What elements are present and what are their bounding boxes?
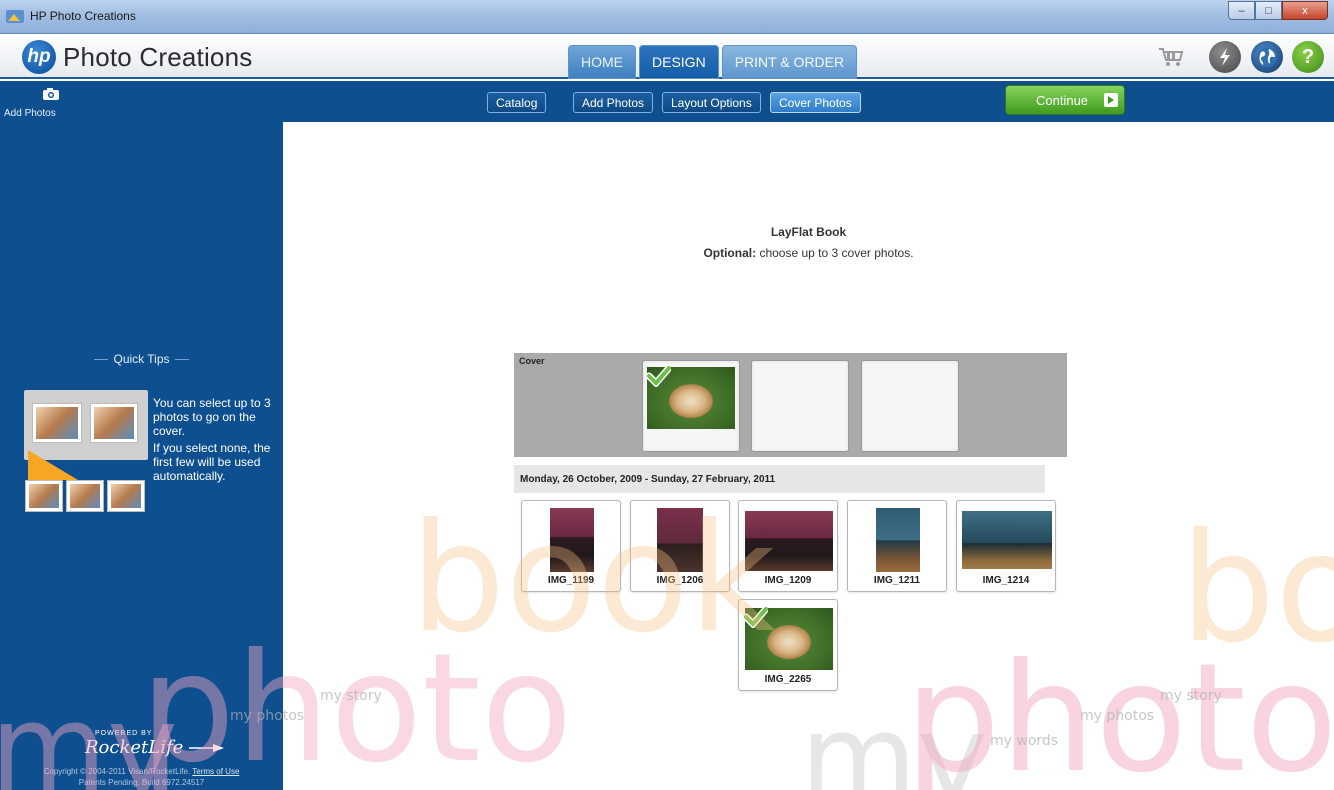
- cover-slot-2[interactable]: [751, 360, 849, 452]
- window-title: HP Photo Creations: [30, 9, 136, 23]
- check-icon: [647, 365, 671, 387]
- book-title: LayFlat Book: [770, 225, 847, 239]
- photo-thumb[interactable]: IMG_1206: [630, 500, 730, 592]
- app-header: hp Photo Creations HOME DESIGN PRINT & O…: [0, 34, 1334, 79]
- add-photos-tool-label: Add Photos: [4, 108, 56, 119]
- cover-photos-button[interactable]: Cover Photos: [770, 92, 861, 113]
- hp-logo: hp: [22, 40, 56, 74]
- date-range-header: Monday, 26 October, 2009 - Sunday, 27 Fe…: [514, 465, 1045, 493]
- photo-thumb[interactable]: IMG_1209: [738, 500, 838, 592]
- maximize-button[interactable]: □: [1255, 1, 1282, 20]
- sidebar: Quick Tips You can select up to 3 photos…: [0, 122, 283, 790]
- add-photos-tool[interactable]: Add Photos: [4, 86, 84, 119]
- cover-slot-1[interactable]: [642, 360, 740, 452]
- design-toolbar: Add Photos Catalog Add Photos Layout Opt…: [0, 81, 1334, 122]
- quick-tips-text: You can select up to 3 photos to go on t…: [153, 396, 278, 483]
- tip-2: If you select none, the first few will b…: [153, 441, 271, 483]
- photo-thumb[interactable]: IMG_1214: [956, 500, 1056, 592]
- cover-label: Cover: [519, 356, 545, 366]
- terms-of-use-link[interactable]: Terms of Use: [192, 767, 239, 776]
- rocket-icon: [189, 743, 225, 752]
- quick-tips-illustration: [22, 390, 150, 514]
- window-titlebar: HP Photo Creations – □ x: [0, 0, 1334, 34]
- photo-name: IMG_1206: [656, 575, 704, 586]
- photo-name: IMG_1211: [873, 575, 921, 586]
- photo-name: IMG_2265: [764, 674, 812, 685]
- play-arrow-icon: [1104, 93, 1118, 107]
- help-icon[interactable]: ?: [1292, 41, 1324, 73]
- quick-tips-title: Quick Tips: [0, 352, 283, 366]
- close-button[interactable]: x: [1282, 1, 1328, 20]
- photo-name: IMG_1199: [547, 575, 595, 586]
- copyright-text: Copyright © 2004-2011 Visan/RocketLife. …: [43, 767, 240, 787]
- photo-name: IMG_1214: [982, 575, 1030, 586]
- tab-design[interactable]: DESIGN: [639, 45, 719, 79]
- continue-label: Continue: [1036, 92, 1089, 108]
- tip-1: You can select up to 3 photos to go on t…: [153, 396, 271, 438]
- catalog-button[interactable]: Catalog: [487, 92, 547, 113]
- photo-name: IMG_1209: [764, 575, 812, 586]
- check-icon: [744, 606, 768, 628]
- photo-thumb-selected[interactable]: IMG_2265: [738, 599, 838, 691]
- cover-instructions: Optional: choose up to 3 cover photos.: [703, 246, 914, 260]
- app-name: Photo Creations: [63, 42, 253, 72]
- flash-icon[interactable]: [1209, 41, 1241, 73]
- main-tabs: HOME DESIGN PRINT & ORDER: [568, 45, 860, 79]
- photo-thumb[interactable]: IMG_1199: [521, 500, 621, 592]
- add-photos-button[interactable]: Add Photos: [573, 92, 654, 113]
- minimize-button[interactable]: –: [1228, 1, 1255, 20]
- cover-slot-3[interactable]: [861, 360, 959, 452]
- main-content: LayFlat Book Optional: choose up to 3 co…: [283, 122, 1334, 790]
- tab-home[interactable]: HOME: [568, 45, 636, 79]
- window-controls: – □ x: [1228, 1, 1328, 20]
- layout-options-button[interactable]: Layout Options: [662, 92, 761, 113]
- globe-icon[interactable]: [1251, 41, 1283, 73]
- photo-thumb[interactable]: IMG_1211: [847, 500, 947, 592]
- cart-icon[interactable]: [1158, 47, 1184, 67]
- continue-button[interactable]: Continue: [1005, 85, 1125, 115]
- camera-plus-icon: [43, 88, 59, 100]
- app-icon: [6, 10, 24, 23]
- cover-strip: Cover: [514, 353, 1067, 457]
- tab-print-order[interactable]: PRINT & ORDER: [721, 45, 858, 79]
- powered-by-logo: POWERED BY RocketLife: [85, 730, 225, 758]
